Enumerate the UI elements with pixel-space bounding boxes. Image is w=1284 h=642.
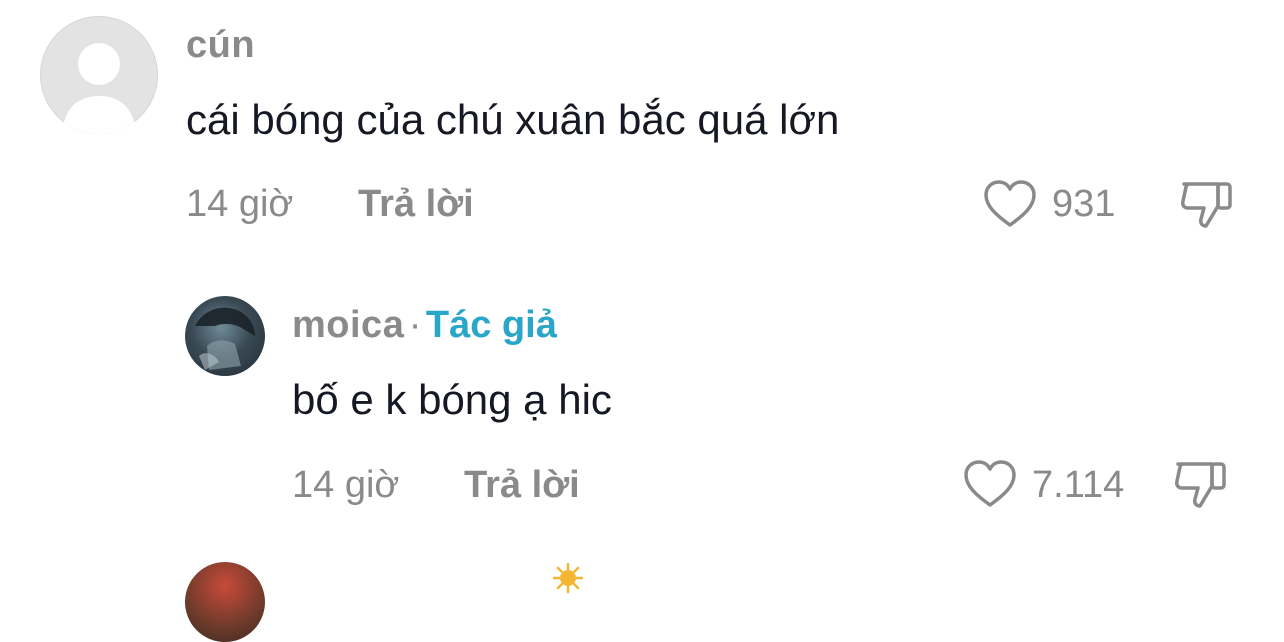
- thumbs-down-icon[interactable]: [1172, 458, 1230, 512]
- reply-button[interactable]: Trả lời: [358, 183, 474, 226]
- author-badge: Tác giả: [425, 304, 557, 346]
- reply-header: moica · Tác giả: [292, 304, 557, 347]
- comment-text: bố e k bóng ạ hic: [292, 376, 612, 423]
- like-count: 7.114: [1032, 464, 1125, 506]
- comment-time: 14 giờ: [292, 464, 400, 506]
- like-count: 931: [1052, 183, 1116, 225]
- heart-outline-icon[interactable]: [982, 178, 1038, 230]
- emoji-icon: [552, 562, 584, 594]
- default-avatar-icon: [62, 43, 136, 134]
- photo-avatar: [195, 307, 255, 370]
- comment-time: 14 giờ: [186, 183, 294, 225]
- avatar[interactable]: [40, 16, 158, 134]
- avatar[interactable]: [185, 296, 265, 376]
- avatar[interactable]: [185, 562, 265, 642]
- reply-button[interactable]: Trả lời: [464, 464, 580, 507]
- comment-username[interactable]: cún: [186, 24, 255, 67]
- heart-outline-icon[interactable]: [962, 458, 1018, 510]
- thumbs-down-icon[interactable]: [1178, 178, 1236, 232]
- separator-dot: ·: [408, 304, 422, 346]
- comment-username[interactable]: moica: [292, 304, 404, 346]
- comment-text: cái bóng của chú xuân bắc quá lớn: [186, 96, 840, 143]
